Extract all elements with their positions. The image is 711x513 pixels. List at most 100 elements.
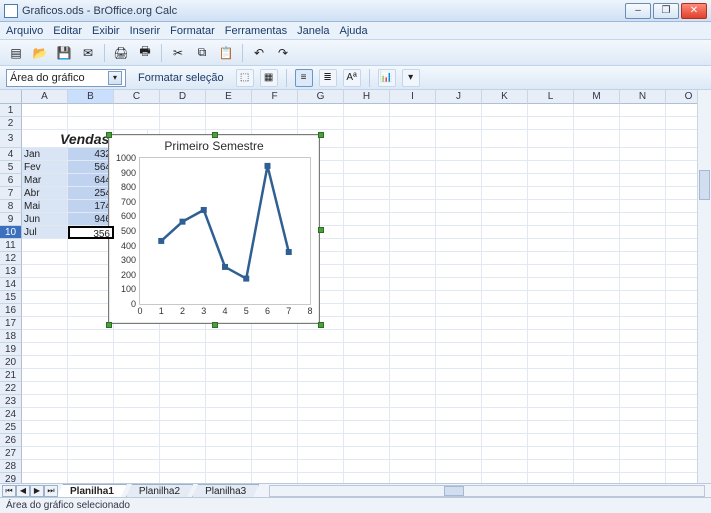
row-header-1[interactable]: 1 (0, 104, 22, 117)
cell[interactable] (436, 226, 482, 239)
cell[interactable] (620, 200, 666, 213)
cell[interactable] (206, 343, 252, 356)
row-header-15[interactable]: 15 (0, 291, 22, 304)
cell[interactable] (620, 408, 666, 421)
cell[interactable] (482, 161, 528, 174)
mail-icon[interactable]: ✉ (78, 43, 98, 63)
cell[interactable] (574, 317, 620, 330)
cell[interactable] (528, 200, 574, 213)
cell[interactable] (620, 382, 666, 395)
cell[interactable] (436, 213, 482, 226)
column-header-K[interactable]: K (482, 90, 528, 104)
cell[interactable] (298, 395, 344, 408)
cell[interactable] (160, 395, 206, 408)
cell[interactable] (436, 174, 482, 187)
cell[interactable] (344, 104, 390, 117)
cell[interactable] (68, 330, 114, 343)
cell[interactable] (22, 382, 68, 395)
cell[interactable] (528, 408, 574, 421)
cell[interactable] (206, 473, 252, 483)
cell[interactable] (436, 104, 482, 117)
cell[interactable] (114, 117, 160, 130)
column-header-B[interactable]: B (68, 90, 114, 104)
cell[interactable] (574, 369, 620, 382)
row-header-19[interactable]: 19 (0, 343, 22, 356)
cell[interactable] (390, 473, 436, 483)
cell[interactable] (620, 265, 666, 278)
cell[interactable] (574, 148, 620, 161)
cell[interactable] (344, 161, 390, 174)
cell[interactable] (22, 252, 68, 265)
column-header-G[interactable]: G (298, 90, 344, 104)
cell[interactable] (390, 148, 436, 161)
row-header-27[interactable]: 27 (0, 447, 22, 460)
cell[interactable] (68, 421, 114, 434)
cell[interactable] (528, 330, 574, 343)
cell[interactable] (574, 460, 620, 473)
cell[interactable] (206, 382, 252, 395)
cell[interactable] (252, 447, 298, 460)
cell[interactable] (68, 434, 114, 447)
menu-exibir[interactable]: Exibir (92, 25, 120, 37)
cell[interactable] (298, 356, 344, 369)
cell[interactable] (114, 382, 160, 395)
cell[interactable] (22, 304, 68, 317)
cell[interactable] (528, 343, 574, 356)
cell[interactable] (390, 304, 436, 317)
cell[interactable] (252, 382, 298, 395)
cell[interactable] (390, 421, 436, 434)
cell[interactable] (620, 317, 666, 330)
cell[interactable] (436, 130, 482, 148)
cell[interactable] (390, 408, 436, 421)
cell[interactable] (252, 421, 298, 434)
cell[interactable] (390, 239, 436, 252)
spreadsheet-area[interactable]: ABCDEFGHIJKLMNO 123456789101112131415161… (0, 90, 711, 483)
cell[interactable] (482, 252, 528, 265)
cell[interactable] (298, 460, 344, 473)
cell[interactable] (390, 395, 436, 408)
cell[interactable] (390, 130, 436, 148)
cell[interactable] (574, 200, 620, 213)
cell[interactable] (482, 447, 528, 460)
cell[interactable] (206, 117, 252, 130)
cell[interactable] (114, 408, 160, 421)
cell[interactable] (206, 104, 252, 117)
cell[interactable] (344, 278, 390, 291)
cell[interactable] (482, 291, 528, 304)
cell[interactable] (528, 447, 574, 460)
row-header-25[interactable]: 25 (0, 421, 22, 434)
row-header-23[interactable]: 23 (0, 395, 22, 408)
redo-icon[interactable]: ↷ (273, 43, 293, 63)
cell[interactable] (68, 460, 114, 473)
cell[interactable] (206, 460, 252, 473)
cell[interactable] (344, 369, 390, 382)
cell[interactable] (620, 330, 666, 343)
cell[interactable] (482, 104, 528, 117)
cell[interactable] (344, 265, 390, 278)
chart-object[interactable]: Primeiro Semestre 0100200300400500600700… (108, 134, 320, 324)
cell[interactable] (620, 148, 666, 161)
cell[interactable] (620, 369, 666, 382)
cell[interactable] (344, 460, 390, 473)
cell[interactable] (528, 265, 574, 278)
cell[interactable] (528, 356, 574, 369)
horizontal-scrollbar[interactable] (269, 485, 705, 497)
tab-nav-last-icon[interactable]: ⏭ (44, 485, 58, 497)
cell[interactable] (436, 395, 482, 408)
cell[interactable] (344, 317, 390, 330)
cell[interactable] (482, 265, 528, 278)
cell[interactable] (298, 447, 344, 460)
cell[interactable] (22, 460, 68, 473)
column-header-D[interactable]: D (160, 90, 206, 104)
cell[interactable] (574, 408, 620, 421)
cell[interactable] (482, 226, 528, 239)
cell[interactable] (620, 130, 666, 148)
cell[interactable] (620, 252, 666, 265)
cell[interactable] (620, 174, 666, 187)
row-header-29[interactable]: 29 (0, 473, 22, 483)
cell[interactable] (620, 161, 666, 174)
row-header-14[interactable]: 14 (0, 278, 22, 291)
row-header-22[interactable]: 22 (0, 382, 22, 395)
cell[interactable] (206, 434, 252, 447)
cell[interactable] (390, 460, 436, 473)
